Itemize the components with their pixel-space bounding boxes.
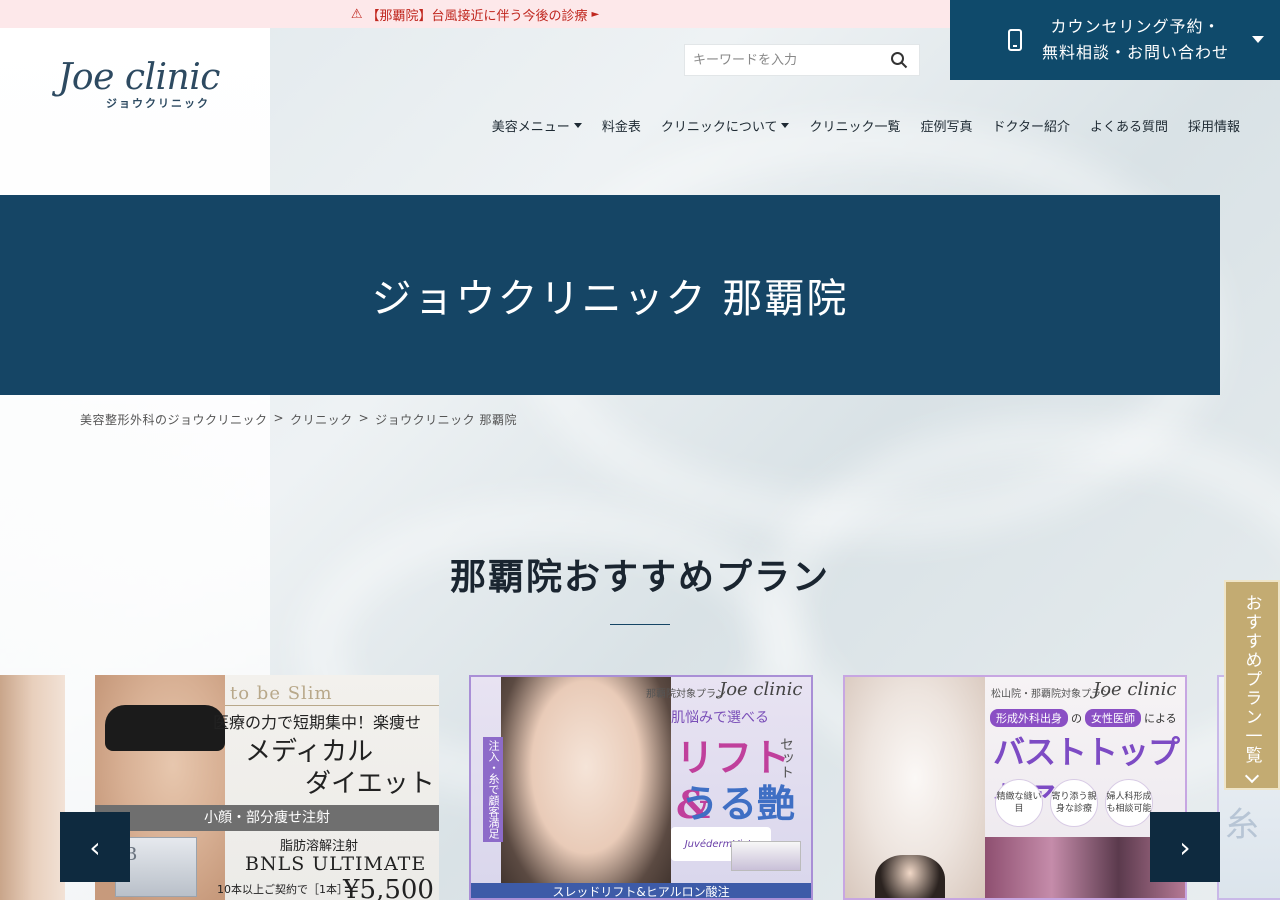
card-product: BNLS ULTIMATE: [245, 853, 427, 875]
breadcrumb-home[interactable]: 美容整形外科のジョウクリニック: [80, 411, 268, 428]
alert-text: 【那覇院】台風接近に伴う今後の診療: [366, 8, 588, 24]
card-tagline: to be Slim: [230, 683, 333, 704]
warning-icon: ⚠: [350, 6, 363, 22]
product-boxes: [731, 841, 801, 871]
carousel-prev-button[interactable]: ‹: [60, 812, 130, 882]
plan-card-medical-diet[interactable]: to be Slim 医療の力で短期集中！楽痩せ メディカル ダイエット 小顔・…: [95, 675, 439, 900]
site-logo[interactable]: Joe clinic ジョウクリニック: [58, 58, 238, 118]
nav-item-about[interactable]: クリニックについて: [661, 116, 790, 135]
plan-card-bust-care[interactable]: 松山院・那覇院対象プラン Joe clinic 形成外科出身 の 女性医師 によ…: [843, 675, 1187, 900]
nav-item-doctors[interactable]: ドクター紹介: [992, 116, 1069, 135]
phone-icon: [1008, 29, 1022, 51]
reservation-cta[interactable]: カウンセリング予約・ 無料相談・お問い合わせ: [950, 0, 1280, 80]
nav-label: よくある質問: [1089, 120, 1168, 135]
card-title-line2: ダイエット: [305, 769, 435, 799]
tag-joiner: の: [1071, 712, 1082, 725]
card-divider: [225, 705, 439, 706]
carousel-next-button[interactable]: ›: [1150, 812, 1220, 882]
nav-label: 採用情報: [1187, 120, 1240, 135]
breadcrumb: 美容整形外科のジョウクリニック > クリニック > ジョウクリニック 那覇院: [80, 411, 517, 428]
nav-item-cases[interactable]: 症例写真: [920, 116, 972, 135]
nav-label: クリニックについて: [660, 120, 778, 135]
chevron-down-icon: [1244, 768, 1260, 784]
page-title: ジョウクリニック 那覇院: [371, 276, 849, 322]
nav-item-faq[interactable]: よくある質問: [1090, 116, 1168, 135]
chevron-down-icon: [1252, 36, 1264, 43]
main-nav: 美容メニュー 料金表 クリニックについて クリニック一覧 症例写真 ドクター紹介…: [492, 116, 1240, 135]
card-lead: 医療の力で短期集中！楽痩せ: [213, 713, 422, 732]
dropdown-caret-icon: [781, 123, 790, 128]
search-input[interactable]: [685, 45, 881, 75]
nav-label: 料金表: [601, 120, 641, 135]
alert-bar[interactable]: ⚠ 【那覇院】台風接近に伴う今後の診療 ►: [0, 0, 950, 28]
dropdown-caret-icon: [573, 123, 582, 128]
breadcrumb-separator: >: [273, 411, 285, 425]
nav-label: ドクター紹介: [992, 120, 1070, 135]
nav-item-recruit[interactable]: 採用情報: [1188, 116, 1240, 135]
card-tag-row: 形成外科出身 の 女性医師 による: [990, 709, 1177, 727]
search-box: [684, 44, 920, 76]
chevron-left-icon: ‹: [89, 830, 101, 864]
plan-card-lift-set[interactable]: 注入・糸で顧客満足 那覇院対象プラン Joe clinic 肌悩みで選べる リフ…: [469, 675, 813, 900]
search-button[interactable]: [881, 45, 917, 75]
card-price: ¥5,500: [343, 875, 434, 900]
card-header: 那覇院対象プラン: [646, 689, 726, 700]
recommended-plans-tab[interactable]: おすすめプラン一覧: [1224, 580, 1280, 790]
breadcrumb-separator: >: [358, 411, 370, 425]
card-logo: Joe clinic: [1093, 679, 1177, 700]
card-sub: 脂肪溶解注射: [280, 839, 359, 854]
doctor-photo: [875, 855, 945, 898]
nav-label: 美容メニュー: [491, 120, 570, 135]
search-icon: [891, 52, 908, 69]
card-photo-detail: [105, 705, 225, 751]
nav-label: クリニック一覧: [809, 120, 901, 135]
logo-wordmark: Joe clinic: [58, 57, 220, 98]
breadcrumb-clinic[interactable]: クリニック: [290, 411, 353, 428]
card-bottom-band: スレッドリフト&ヒアルロン酸注: [471, 883, 811, 898]
breadcrumb-current: ジョウクリニック 那覇院: [375, 413, 517, 427]
card-logo: Joe clinic: [719, 679, 803, 700]
nav-item-beauty-menu[interactable]: 美容メニュー: [492, 116, 582, 135]
card-set-label: セット: [778, 737, 794, 779]
cta-line2: 無料相談・お問い合わせ: [1042, 43, 1230, 62]
plan-card-partial-left[interactable]: [0, 675, 65, 900]
chevron-right-icon: ›: [1179, 830, 1191, 864]
section-title: 那覇院おすすめプラン: [449, 556, 830, 598]
section-divider: [610, 624, 670, 625]
alert-arrow-icon: ►: [591, 8, 600, 20]
card-title-line2: うる艶: [681, 781, 796, 826]
card-kanji: 糸: [1225, 805, 1259, 845]
tag-pill: 女性医師: [1085, 709, 1141, 727]
cta-text: カウンセリング予約・ 無料相談・お問い合わせ: [1042, 14, 1229, 66]
feature-badge: 寄り添う親身な診療: [1050, 779, 1098, 827]
cta-line1: カウンセリング予約・: [1050, 17, 1221, 36]
feature-badge: 婦人科形成も相談可能: [1105, 779, 1153, 827]
nav-item-clinic-list[interactable]: クリニック一覧: [809, 116, 900, 135]
card-condition: 10本以上ご契約で［1本］: [217, 883, 348, 896]
card-band: 小顔・部分痩せ注射: [95, 805, 439, 831]
tag-suffix: による: [1144, 712, 1177, 725]
tag-pill: 形成外科出身: [990, 709, 1068, 727]
logo-subtext: ジョウクリニック: [106, 97, 210, 110]
hero-banner: ジョウクリニック 那覇院: [0, 195, 1220, 395]
nav-item-price[interactable]: 料金表: [602, 116, 641, 135]
card-lead: 肌悩みで選べる: [671, 710, 769, 726]
side-tab-label: おすすめプラン一覧: [1241, 594, 1262, 765]
card-photo: [501, 677, 671, 898]
feature-badge: 精緻な縫い目: [995, 779, 1043, 827]
card-vertical-tag: 注入・糸で顧客満足: [483, 737, 503, 842]
nav-label: 症例写真: [920, 120, 973, 135]
